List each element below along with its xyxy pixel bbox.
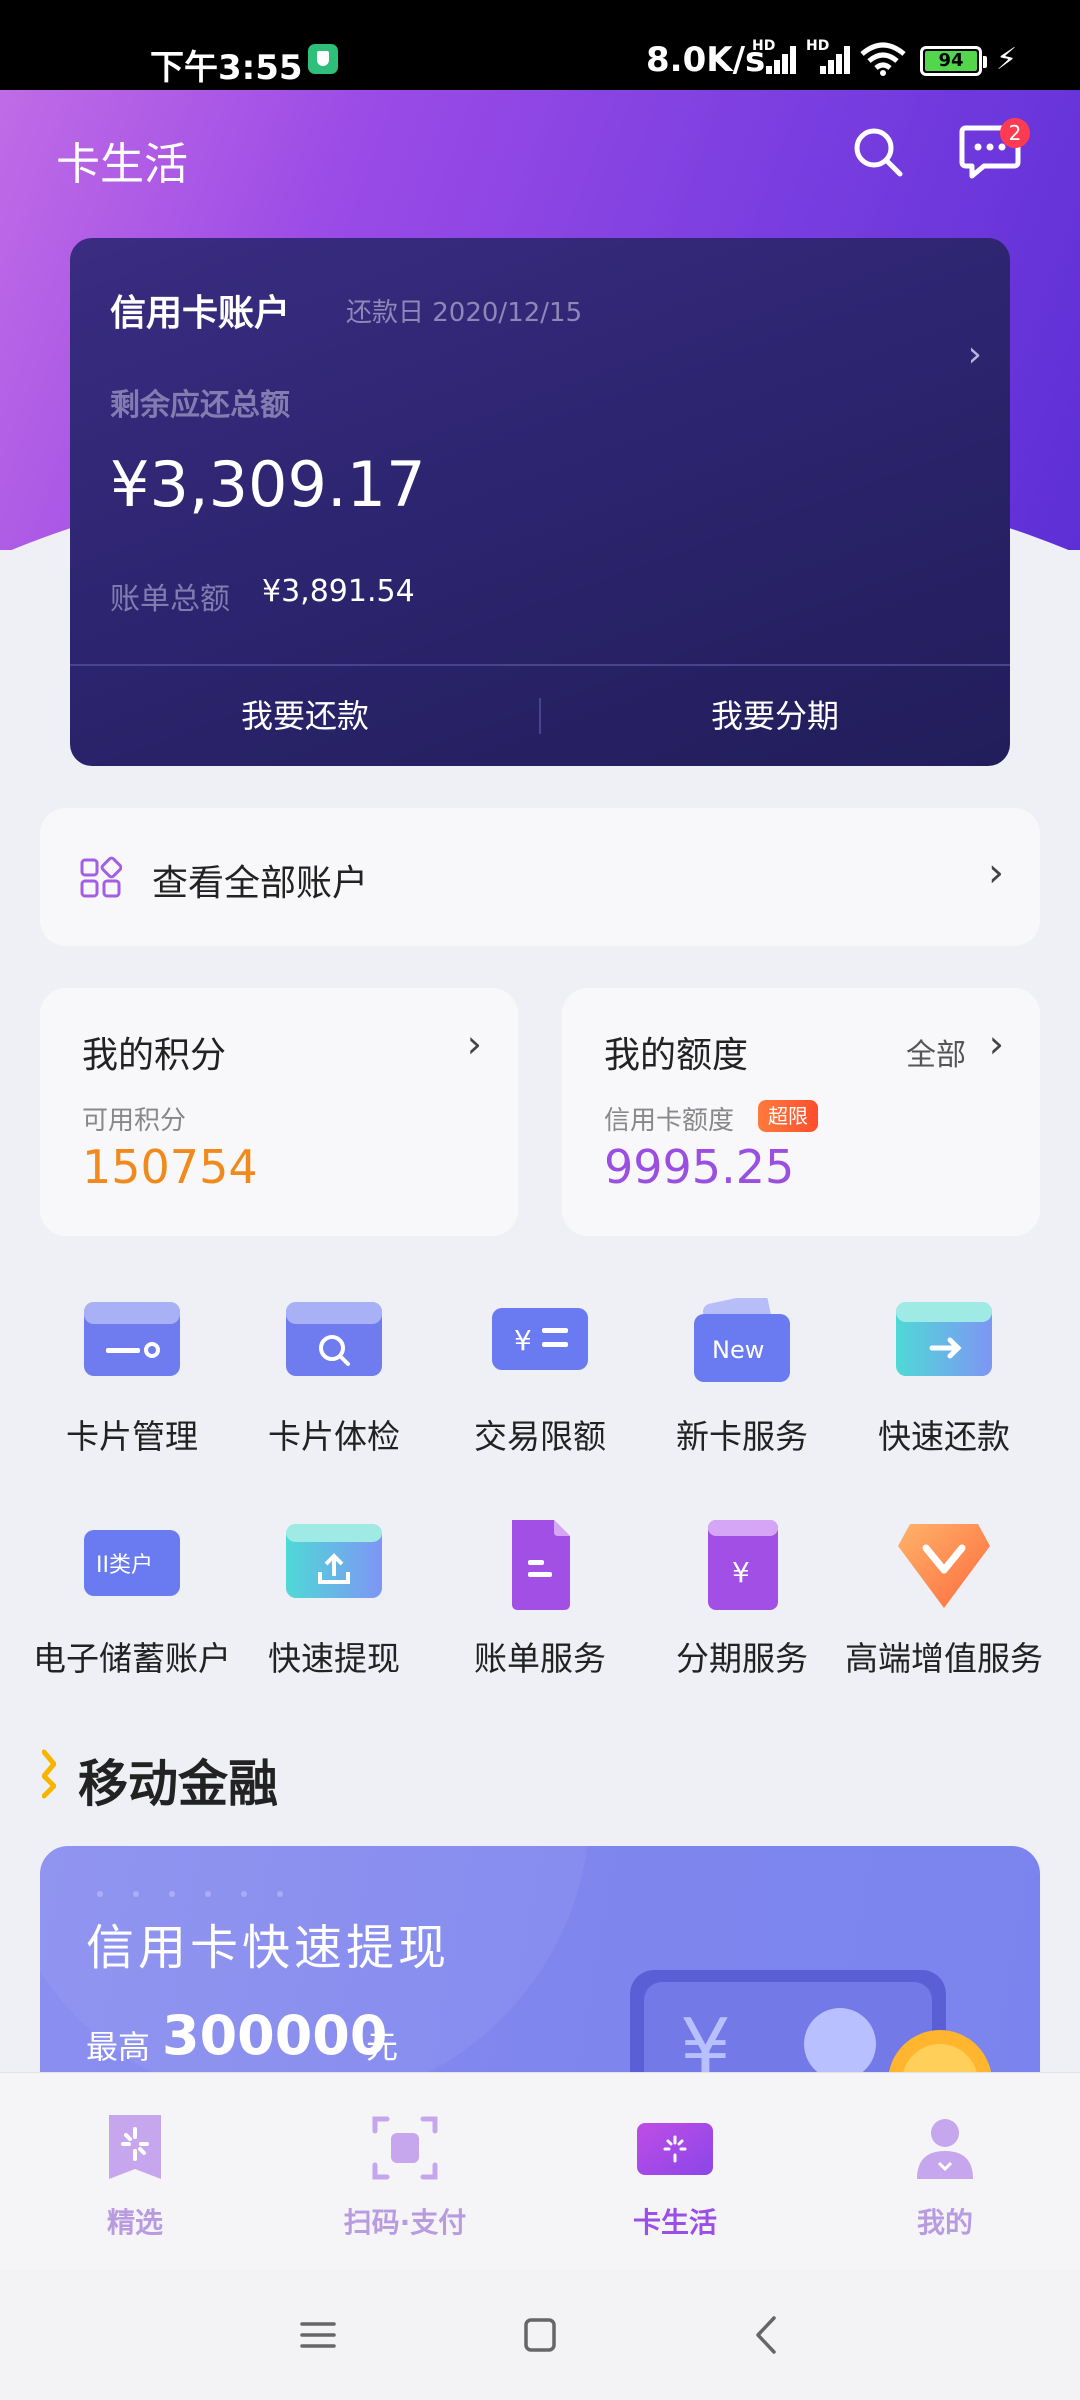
service-quick-repay[interactable]: 快速还款 <box>836 1298 1052 1458</box>
bottom-nav: 精选 扫码·支付 卡生活 我的 <box>0 2072 1080 2270</box>
page-title: 卡生活 <box>56 139 188 190</box>
quick-withdraw-icon <box>286 1524 382 1598</box>
quick-repay-icon <box>896 1302 992 1376</box>
points-sub-label: 可用积分 <box>82 1106 187 1136</box>
chevron-right-icon[interactable]: › <box>968 334 982 375</box>
points-value: 150754 <box>82 1140 258 1194</box>
points-title: 我的积分 <box>82 1035 227 1076</box>
chevron-right-icon: › <box>988 1022 1004 1066</box>
promo-amount: 300000 <box>162 2004 388 2067</box>
service-new-card[interactable]: New 新卡服务 <box>634 1298 850 1458</box>
chevron-right-icon: › <box>988 850 1004 896</box>
quota-title: 我的额度 <box>604 1035 749 1076</box>
status-time: 下午3:55 <box>150 48 303 88</box>
card-check-icon <box>286 1302 382 1376</box>
svg-text:¥: ¥ <box>732 1556 750 1589</box>
service-card-manage[interactable]: 卡片管理 <box>24 1298 240 1458</box>
quota-sub-label: 信用卡额度 <box>604 1106 735 1136</box>
profile-icon <box>917 2119 973 2179</box>
home-icon[interactable] <box>510 2310 570 2360</box>
savings-account-icon: II类户 <box>84 1530 180 1596</box>
network-speed: 8.0K/s <box>646 40 766 80</box>
service-installment[interactable]: ¥ 分期服务 <box>634 1520 850 1680</box>
installment-service-icon: ¥ <box>708 1520 778 1610</box>
nav-label: 扫码·支付 <box>343 2206 467 2239</box>
remaining-amount: ¥3,309.17 <box>110 448 426 521</box>
bill-service-icon <box>512 1520 570 1610</box>
wifi-icon <box>860 42 906 76</box>
service-label: 账单服务 <box>474 1639 606 1678</box>
points-card[interactable]: 我的积分 › 可用积分 150754 <box>40 988 518 1236</box>
signal-1-icon: HD <box>752 38 796 74</box>
scan-pay-icon <box>372 2116 438 2180</box>
signal-1-label: HD <box>752 38 776 54</box>
service-e-savings-account[interactable]: II类户 电子储蓄账户 <box>24 1520 240 1680</box>
nav-card-life[interactable]: 卡生活 <box>540 2073 810 2271</box>
battery-icon: 94 <box>920 46 987 76</box>
nav-featured[interactable]: 精选 <box>0 2073 270 2271</box>
service-label: 卡片管理 <box>66 1417 198 1456</box>
card-manage-icon <box>84 1302 180 1376</box>
quota-value: 9995.25 <box>604 1140 795 1194</box>
savings-account-icon-text: II类户 <box>96 1553 153 1578</box>
svg-text:¥: ¥ <box>514 1324 532 1357</box>
quota-all-link[interactable]: 全部 <box>906 1030 966 1074</box>
new-card-icon-text: New <box>712 1336 764 1364</box>
service-label: 高端增值服务 <box>845 1639 1043 1678</box>
menu-icon[interactable] <box>288 2310 348 2360</box>
battery-level: 94 <box>925 51 977 71</box>
service-quick-withdraw[interactable]: 快速提现 <box>226 1520 442 1680</box>
bill-total-label: 账单总额 <box>110 582 230 617</box>
limit-icon: ¥ <box>492 1308 588 1370</box>
status-bar: 下午3:55 8.0K/s HD HD 94 ⚡ <box>0 0 1080 90</box>
nav-profile[interactable]: 我的 <box>810 2073 1080 2271</box>
service-label: 电子储蓄账户 <box>33 1639 231 1678</box>
system-nav-bar <box>0 2270 1080 2400</box>
premium-service-icon <box>898 1524 990 1608</box>
repay-button[interactable]: 我要还款 <box>70 666 540 766</box>
view-all-accounts[interactable]: 查看全部账户 › <box>40 808 1040 946</box>
nav-scan-pay[interactable]: 扫码·支付 <box>270 2073 540 2271</box>
due-date: 还款日 2020/12/15 <box>346 298 583 328</box>
service-label: 交易限额 <box>474 1417 606 1456</box>
service-label: 快速还款 <box>878 1417 1010 1456</box>
over-limit-badge: 超限 <box>758 1100 818 1132</box>
service-bill[interactable]: 账单服务 <box>432 1520 648 1680</box>
credit-card-account[interactable]: 信用卡账户 还款日 2020/12/15 › 剩余应还总额 ¥3,309.17 … <box>70 238 1010 766</box>
security-shield-icon <box>308 44 338 74</box>
remaining-label: 剩余应还总额 <box>110 388 290 423</box>
section-title: 移动金融 <box>78 1755 278 1813</box>
installment-button[interactable]: 我要分期 <box>540 666 1010 766</box>
search-icon[interactable] <box>850 124 906 180</box>
message-badge: 2 <box>1000 118 1030 148</box>
bill-total-amount: ¥3,891.54 <box>262 574 415 609</box>
service-label: 卡片体检 <box>268 1417 400 1456</box>
nav-label: 精选 <box>106 2206 163 2239</box>
promo-suffix: 元 <box>366 2028 399 2066</box>
charging-icon: ⚡ <box>996 42 1018 77</box>
signal-2-icon: HD <box>806 38 850 74</box>
service-premium[interactable]: 高端增值服务 <box>836 1520 1052 1680</box>
chevron-right-icon: › <box>466 1022 482 1066</box>
new-card-icon: New <box>694 1298 790 1382</box>
back-icon[interactable] <box>738 2310 798 2360</box>
service-label: 新卡服务 <box>676 1417 808 1456</box>
featured-icon <box>109 2115 161 2179</box>
service-label: 快速提现 <box>268 1639 400 1678</box>
promo-title: 信用卡快速提现 <box>86 1920 451 1976</box>
service-label: 分期服务 <box>676 1639 808 1678</box>
nav-label: 我的 <box>916 2206 973 2239</box>
card-life-icon <box>637 2123 713 2175</box>
promo-prefix: 最高 <box>86 2028 151 2066</box>
section-mark-icon <box>42 1749 56 1799</box>
nav-label: 卡生活 <box>632 2206 717 2239</box>
view-all-accounts-label: 查看全部账户 <box>152 863 369 904</box>
service-transaction-limit[interactable]: ¥ 交易限额 <box>432 1298 648 1458</box>
apps-grid-icon <box>80 856 122 898</box>
account-title: 信用卡账户 <box>110 293 291 334</box>
promo-banner[interactable]: ¥ 信用卡快速提现 最高 300000 元 <box>40 1846 1040 2086</box>
quota-card[interactable]: 我的额度 全部 › 信用卡额度 超限 9995.25 <box>562 988 1040 1236</box>
signal-2-label: HD <box>806 38 830 54</box>
service-card-check[interactable]: 卡片体检 <box>226 1298 442 1458</box>
